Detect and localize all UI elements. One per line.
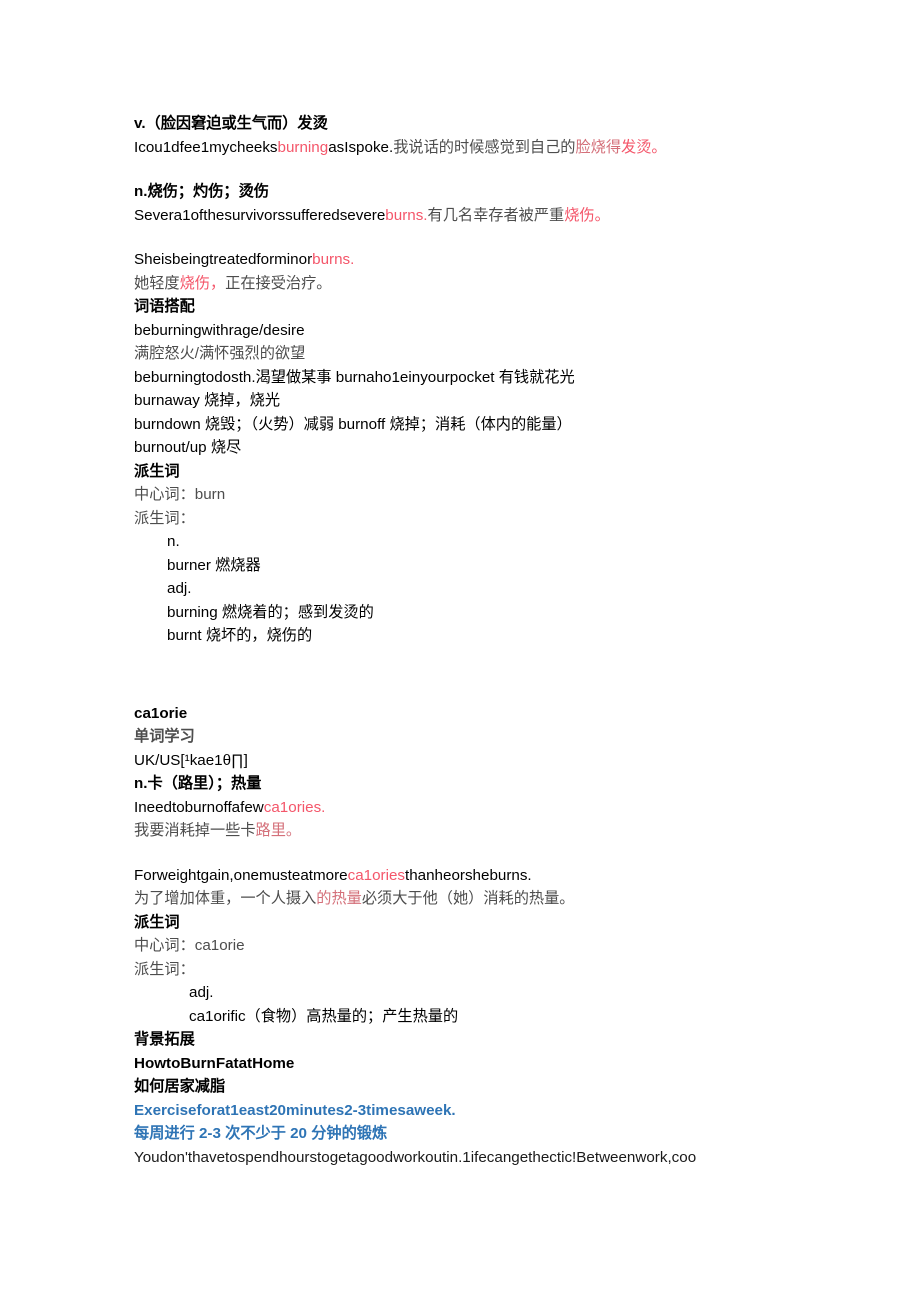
burn-noun-pos-gloss: n.烧伤；灼伤；烫伤 (134, 183, 269, 200)
background-title-en: HowtoBurnFatatHome (134, 1054, 295, 1072)
burn-derivative-pos-n: n. (167, 533, 180, 550)
burn-verb-pos-gloss: v.（脸因窘迫或生气而）发烫 (134, 115, 328, 132)
burn-verb-example-en-post: asIspoke. (328, 138, 394, 156)
background-heading: 背景拓展 (134, 1031, 195, 1048)
burn-derivative-word: burner 燃烧器 (167, 556, 261, 574)
burn-noun-example-2-cn-highlight: 烧伤， (179, 274, 226, 292)
burn-noun-example-1-en-pre: Severa1ofthesurvivorssufferedsevere (134, 206, 386, 224)
background-tip-cn: 每周进行 2-3 次不少于 20 分钟的锻炼 (134, 1125, 388, 1142)
background-body-en: Youdon'thavetospendhourstogetagoodworkou… (134, 1148, 697, 1166)
collocation-item: beburningtodosth.渴望做某事 burnaho1einyourpo… (134, 368, 575, 386)
background-title-cn: 如何居家减脂 (134, 1078, 226, 1095)
burn-noun-example-2-en: Sheisbeingtreatedforminorburns. (134, 248, 794, 272)
burn-verb-example-en-pre: Icou1dfee1mycheeks (134, 138, 278, 156)
burn-noun-example-1-cn-highlight: 烧伤。 (564, 206, 610, 224)
burn-noun-example-2-cn-pre: 她轻度 (134, 274, 180, 292)
burn-derivatives-label: 派生词： (134, 509, 195, 527)
collocation-item: burnaway 烧掉，烧光 (134, 392, 281, 409)
burn-noun-example-2-cn: 她轻度烧伤，正在接受治疗。 (134, 272, 794, 296)
calorie-derivatives-heading: 派生词 (134, 913, 180, 931)
burn-verb-example-cn-highlight-1: 脸烧得 (575, 138, 622, 156)
calorie-example-2-en-pre: Forweightgain,onemusteatmore (134, 866, 348, 884)
calorie-example-2-cn: 为了增加体重，一个人摄入的热量必须大于他（她）消耗的热量。 (134, 887, 794, 911)
burn-noun-example-1-cn-pre: 有几名幸存者被严重 (427, 206, 565, 224)
burn-noun-example-2-cn-post: 正在接受治疗。 (225, 274, 332, 292)
burn-noun-example-2-en-pre: Sheisbeingtreatedforminor (134, 251, 313, 268)
burn-derivative-word: burnt 烧坏的，烧伤的 (167, 627, 313, 644)
background-tip-en: Exerciseforat1east20minutes2-3timesaweek… (134, 1101, 456, 1119)
calorie-example-1-en-pre: Ineedtoburnoffafew (134, 798, 264, 816)
burn-verb-example-en-highlight: burning (277, 138, 329, 156)
calorie-derivatives-label: 派生词： (134, 960, 195, 978)
burn-verb-example: Icou1dfee1mycheeksburningasIspoke.我说话的时候… (134, 136, 794, 160)
calorie-example-2-en-post: thanheorsheburns. (405, 866, 532, 884)
collocations-heading: 词语搭配 (134, 298, 195, 315)
calorie-example-2-en: Forweightgain,onemusteatmoreca1oriesthan… (134, 864, 794, 888)
collocation-item: beburningwithrage/desire (134, 321, 305, 339)
calorie-derivative-pos-adj: adj. (189, 984, 214, 1001)
burn-derivatives-heading: 派生词 (134, 462, 180, 480)
calorie-headword: ca1orie (134, 704, 188, 722)
calorie-example-1-cn: 我要消耗掉一些卡路里。 (134, 819, 794, 843)
calorie-study-heading: 单词学习 (134, 728, 195, 745)
calorie-derivatives-headword-label: 中心词：ca1orie (134, 937, 245, 954)
collocation-item: burndown 烧毁；（火势）减弱 burnoff 烧掉；消耗（体内的能量） (134, 415, 572, 433)
burn-noun-example-2-en-highlight: burns. (312, 251, 355, 268)
calorie-example-1-cn-pre: 我要消耗掉一些卡 (134, 822, 256, 839)
collocation-item: 满腔怒火/满怀强烈的欲望 (134, 345, 306, 362)
document-content: v.（脸因窘迫或生气而）发烫 Icou1dfee1mycheeksburning… (134, 112, 794, 1169)
burn-verb-example-cn-pre: 我说话的时候感觉到自己的 (393, 138, 576, 156)
calorie-example-2-cn-pre: 为了增加体重，一个人摄入 (134, 890, 317, 907)
burn-derivatives-headword-label: 中心词：burn (134, 486, 226, 503)
calorie-example-1-en: Ineedtoburnoffafewca1ories. (134, 796, 794, 820)
burn-verb-example-cn-highlight-2: 发烫。 (621, 138, 667, 156)
calorie-example-2-cn-highlight: 的热量 (316, 890, 362, 907)
burn-noun-example-1-en-highlight: burns. (385, 206, 428, 224)
calorie-pos-gloss: n.卡（路里）；热量 (134, 775, 262, 792)
calorie-example-1-cn-highlight: 路里。 (255, 822, 302, 839)
document-page: v.（脸因窘迫或生气而）发烫 Icou1dfee1mycheeksburning… (0, 0, 920, 1301)
burn-derivative-word: burning 燃烧着的；感到发烫的 (167, 603, 374, 621)
calorie-example-2-cn-post: 必须大于他（她）消耗的热量。 (361, 890, 575, 907)
burn-noun-example-1: Severa1ofthesurvivorssufferedsevereburns… (134, 204, 794, 228)
collocation-item: burnout/up 烧尽 (134, 439, 242, 456)
calorie-phonetic: UK/US[¹kae1θ∏] (134, 751, 248, 769)
calorie-derivative-word: ca1orific（食物）高热量的；产生热量的 (189, 1007, 459, 1025)
calorie-example-2-en-highlight: ca1ories (347, 866, 405, 884)
calorie-example-1-en-highlight: ca1ories. (263, 798, 326, 816)
burn-derivative-pos-adj: adj. (167, 580, 192, 597)
